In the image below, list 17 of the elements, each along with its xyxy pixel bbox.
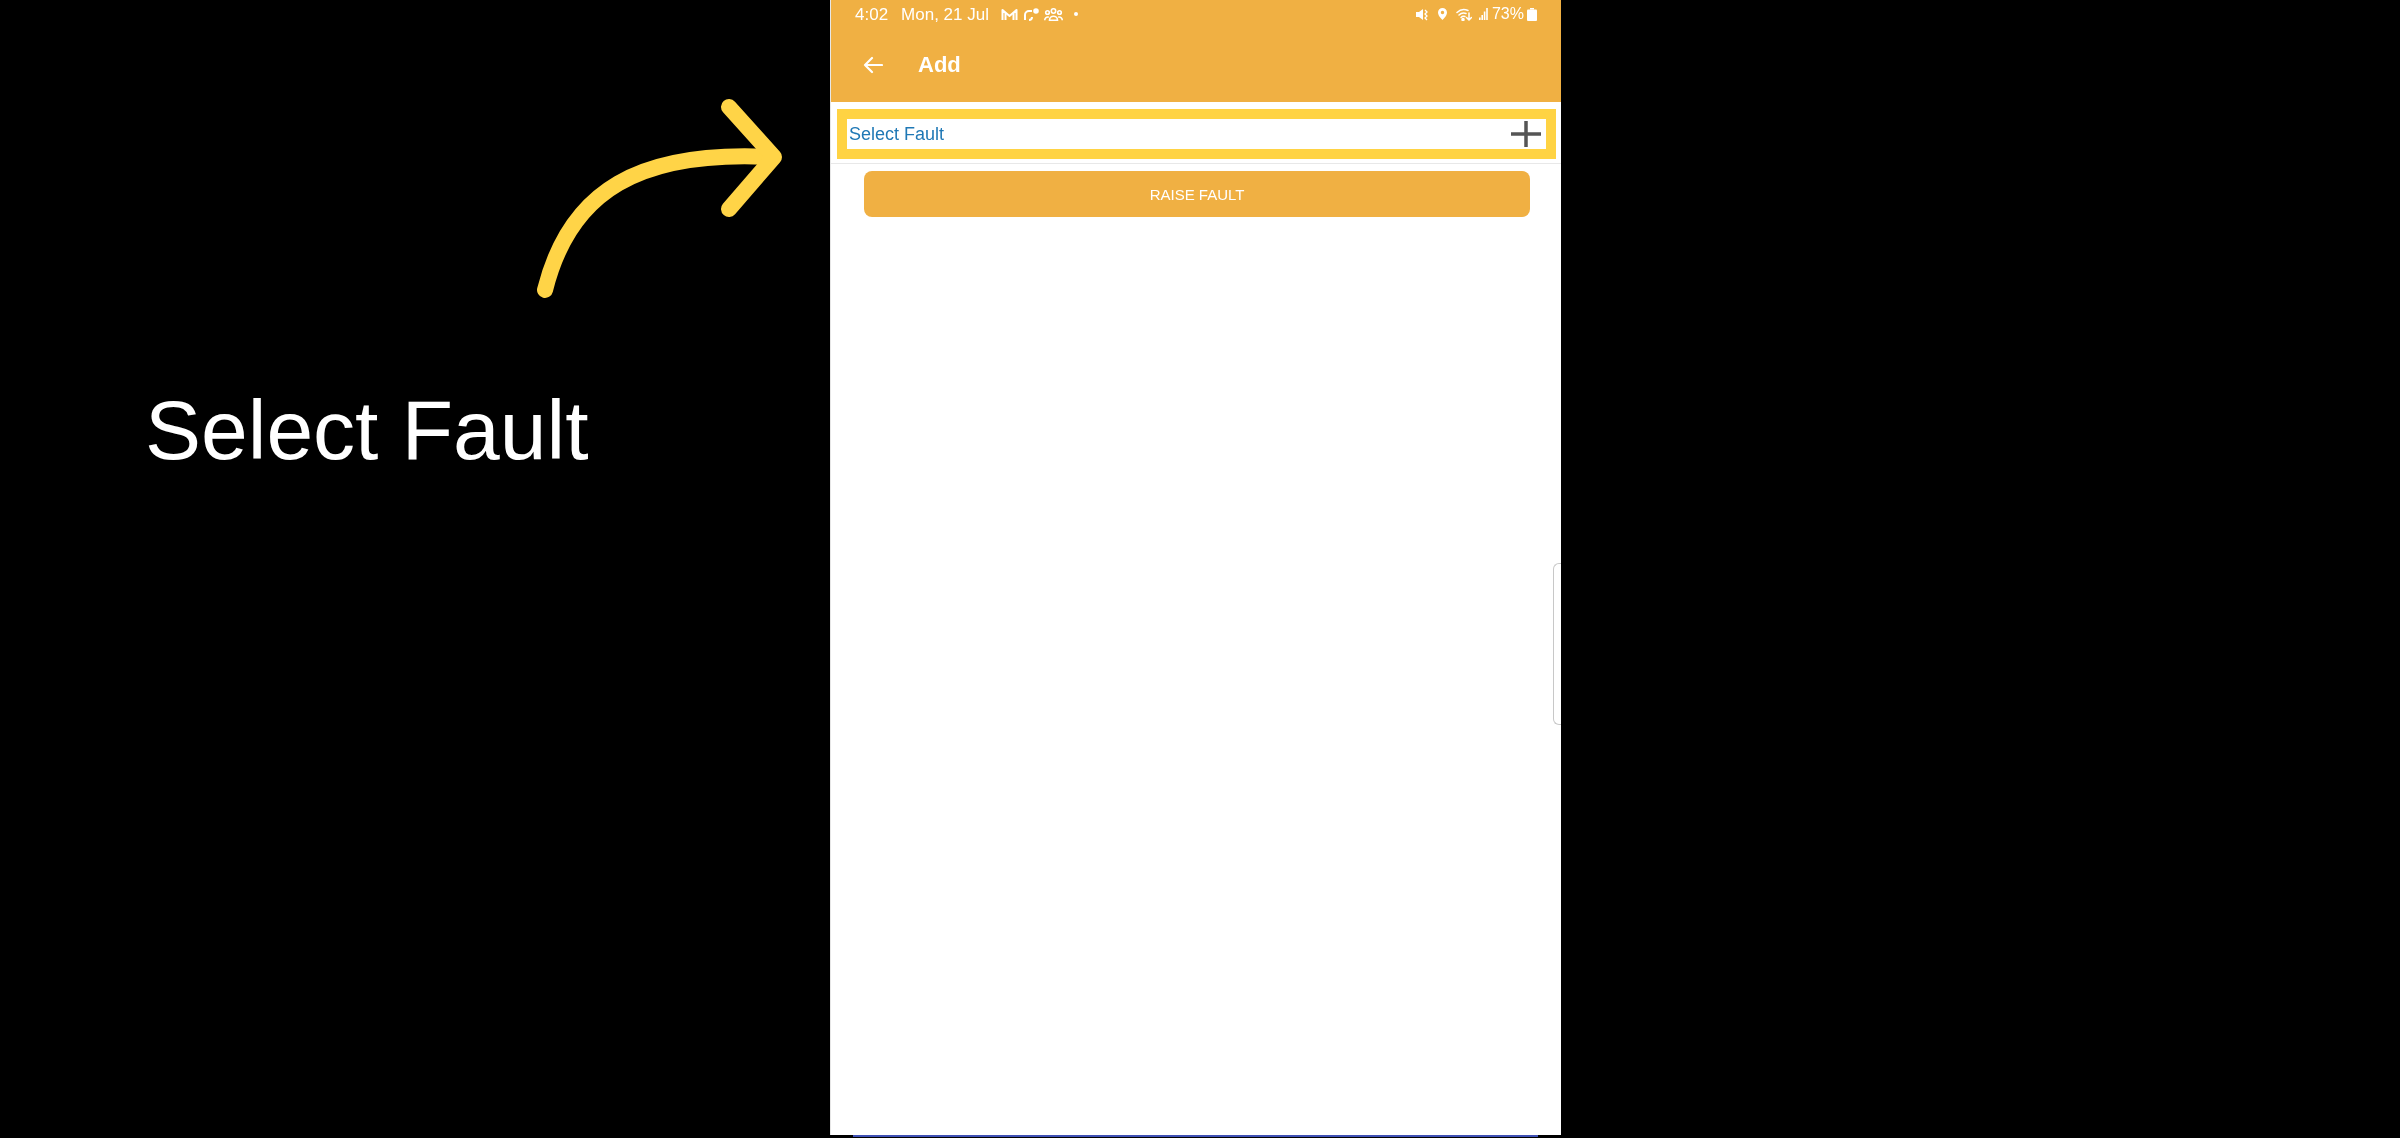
battery-percent: 73%: [1491, 6, 1524, 22]
edge-panel-handle[interactable]: [1553, 563, 1561, 725]
back-arrow-icon[interactable]: [863, 56, 883, 74]
location-pin-icon: [1437, 8, 1447, 20]
m-logo-icon: [1001, 7, 1018, 21]
status-time: 4:02: [855, 5, 889, 23]
screen-title: Add: [918, 54, 961, 76]
people-icon: [1044, 7, 1063, 21]
signal-icon: [1478, 8, 1488, 20]
battery-icon: [1527, 7, 1537, 21]
dot-icon: [1074, 12, 1078, 16]
mute-icon: [1415, 7, 1428, 21]
plus-icon[interactable]: [1511, 121, 1541, 147]
wifi-icon: [1455, 7, 1472, 21]
link-icon: [1023, 7, 1039, 21]
status-date: Mon, 21 Jul: [901, 5, 989, 23]
caption-text: Select Fault: [145, 388, 589, 472]
